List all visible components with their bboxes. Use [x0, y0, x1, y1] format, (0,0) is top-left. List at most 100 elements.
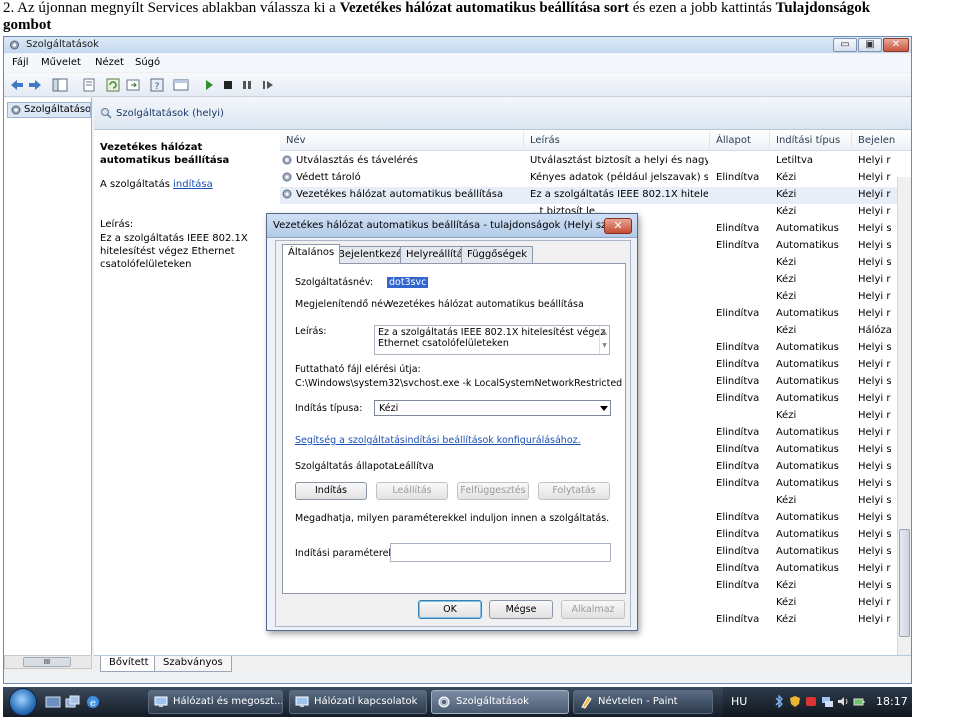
tree-item-services[interactable]: Szolgáltatások: [7, 102, 91, 118]
chevron-down-icon: [600, 406, 608, 411]
table-row[interactable]: Útválasztás és távelérés Útválasztást biz…: [280, 153, 911, 170]
service-status-cell: Elindítva: [716, 444, 760, 455]
stop-button[interactable]: Leállítás: [376, 482, 448, 500]
power-icon[interactable]: [853, 695, 865, 708]
help-icon[interactable]: ?: [149, 77, 165, 93]
service-startup-cell: Kézi: [776, 172, 797, 183]
description-text: Ez a szolgáltatás IEEE 802.1X hitelesíté…: [100, 233, 248, 270]
gear-icon: [10, 40, 19, 50]
apply-button[interactable]: Alkalmaz: [561, 600, 625, 619]
table-row[interactable]: Védett tároló Kényes adatok (például jels…: [280, 170, 911, 187]
service-status-cell: Elindítva: [716, 529, 760, 540]
tab-standard[interactable]: Szabványos: [154, 656, 232, 672]
service-startup-cell: Automatikus: [776, 444, 839, 455]
service-status-cell: Elindítva: [716, 614, 760, 625]
dialog-titlebar[interactable]: Vezetékes hálózat automatikus beállítása…: [267, 214, 637, 238]
export-icon[interactable]: [125, 77, 141, 93]
grip-icon[interactable]: III: [23, 657, 71, 667]
menu-view[interactable]: Nézet: [95, 57, 124, 68]
show-tree-icon[interactable]: [52, 77, 68, 93]
task-network-sharing[interactable]: Hálózati és megoszt...: [148, 690, 283, 714]
service-startup-cell: Kézi: [776, 580, 797, 591]
tab-dependencies[interactable]: Függőségek: [461, 246, 534, 263]
service-startup-cell: Automatikus: [776, 563, 839, 574]
properties-icon[interactable]: [81, 77, 97, 93]
switch-windows-icon[interactable]: [65, 694, 81, 710]
service-startup-cell: Letiltva: [776, 155, 813, 166]
console-icon[interactable]: [173, 77, 189, 93]
cancel-button[interactable]: Mégse: [489, 600, 553, 619]
service-description-cell: Ez a szolgáltatás IEEE 802.1X hitelesít.…: [530, 189, 708, 200]
ok-button[interactable]: OK: [418, 600, 482, 619]
pause-button[interactable]: Felfüggesztés: [457, 482, 529, 500]
description-field[interactable]: Ez a szolgáltatás IEEE 802.1X hitelesíté…: [374, 325, 610, 355]
refresh-icon[interactable]: [105, 77, 121, 93]
tree-horizontal-scrollbar[interactable]: III: [4, 655, 92, 669]
menu-help[interactable]: Súgó: [135, 57, 160, 68]
security-shield-icon[interactable]: [789, 695, 801, 708]
scrollbar-thumb[interactable]: [899, 529, 910, 637]
startup-type-value: Kézi: [379, 403, 399, 414]
svg-text:e: e: [90, 698, 96, 709]
stop-icon[interactable]: [220, 77, 236, 93]
tree-item-label: Szolgáltatások: [24, 104, 91, 115]
play-icon[interactable]: [201, 77, 217, 93]
pause-icon[interactable]: [239, 77, 255, 93]
column-header-logon[interactable]: Bejelen: [852, 131, 911, 151]
language-indicator[interactable]: HU: [731, 695, 747, 708]
selected-service-title: Vezetékes hálózat automatikus beállítása: [100, 142, 230, 166]
task-network-connections[interactable]: Hálózati kapcsolatok: [289, 690, 427, 714]
description-label: Leírás:: [100, 219, 134, 230]
taskbar: e Hálózati és megoszt... Hálózati kapcso…: [3, 687, 912, 717]
column-header-status[interactable]: Állapot: [710, 131, 770, 151]
window-titlebar[interactable]: Szolgáltatások ▭ ▣ ✕: [4, 37, 911, 53]
antivirus-icon[interactable]: [805, 695, 817, 708]
service-startup-cell: Kézi: [776, 410, 797, 421]
startup-type-select[interactable]: Kézi: [374, 400, 611, 416]
tab-general[interactable]: Általános: [282, 244, 341, 264]
service-status-cell: Elindítva: [716, 240, 760, 251]
start-button[interactable]: Indítás: [295, 482, 367, 500]
minimize-button[interactable]: ▭: [833, 38, 857, 52]
service-startup-cell: Automatikus: [776, 376, 839, 387]
column-header-description[interactable]: Leírás: [524, 131, 710, 151]
start-parameters-input[interactable]: [390, 543, 611, 562]
tab-extended[interactable]: Bővített: [100, 656, 158, 672]
service-startup-cell: Kézi: [776, 614, 797, 625]
clock[interactable]: 18:17: [876, 695, 908, 708]
menu-file[interactable]: Fájl: [12, 57, 29, 68]
system-tray: HU 18:17: [723, 687, 912, 717]
scroll-arrows-icon[interactable]: ▲ ▼: [599, 326, 609, 354]
start-button[interactable]: [9, 688, 37, 716]
table-row[interactable]: Vezetékes hálózat automatikus beállítása…: [280, 187, 911, 204]
close-button[interactable]: ✕: [883, 38, 909, 52]
display-name-value[interactable]: Vezetékes hálózat automatikus beállítása: [387, 299, 584, 310]
network-status-icon[interactable]: [821, 695, 833, 708]
service-description-cell: Útválasztást biztosít a helyi és nagyk..…: [530, 155, 708, 166]
task-paint[interactable]: Névtelen - Paint: [573, 690, 713, 714]
task-services[interactable]: Szolgáltatások: [431, 690, 569, 714]
column-header-startup-type[interactable]: Indítási típus: [770, 131, 852, 151]
start-service-link[interactable]: indítása: [173, 179, 213, 190]
exe-path-label: Futtatható fájl elérési útja:: [295, 364, 421, 375]
dialog-close-button[interactable]: ✕: [604, 218, 632, 234]
bluetooth-icon[interactable]: [773, 695, 785, 708]
resume-button[interactable]: Folytatás: [538, 482, 610, 500]
service-name-value[interactable]: dot3svc: [387, 277, 429, 288]
vertical-scrollbar[interactable]: [897, 177, 911, 655]
volume-icon[interactable]: [837, 695, 849, 708]
console-tree: Szolgáltatások: [4, 98, 92, 655]
service-status-cell: Elindítva: [716, 172, 760, 183]
back-icon[interactable]: [9, 77, 25, 93]
restart-icon[interactable]: [260, 77, 276, 93]
service-startup-cell: Automatikus: [776, 529, 839, 540]
maximize-button[interactable]: ▣: [858, 38, 882, 52]
column-header-name[interactable]: Név: [280, 131, 524, 151]
startup-help-link[interactable]: Segítség a szolgáltatásindítási beállítá…: [295, 435, 581, 446]
forward-icon[interactable]: [27, 77, 43, 93]
browser-icon[interactable]: e: [85, 694, 101, 710]
menu-action[interactable]: Művelet: [41, 57, 81, 68]
toolbar: ?: [4, 73, 911, 97]
show-desktop-icon[interactable]: [45, 694, 61, 710]
service-logon-cell: Helyi r: [858, 155, 891, 166]
